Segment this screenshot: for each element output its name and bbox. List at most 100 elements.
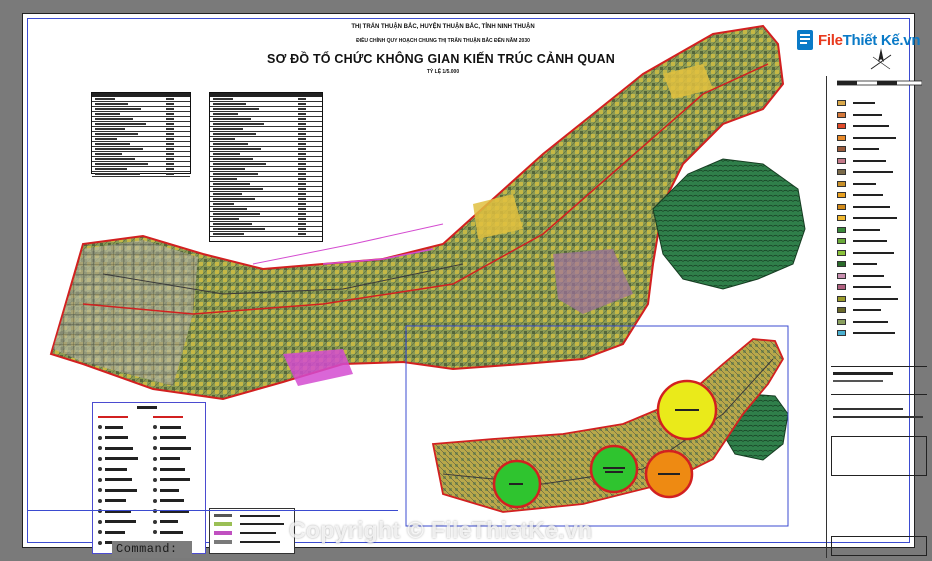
legend-label-line (853, 125, 889, 127)
legend-swatch-row (837, 192, 917, 198)
command-prompt: Command: (116, 542, 178, 556)
legend-label-line (853, 286, 891, 288)
circle-label (509, 483, 523, 485)
legend-symbol (153, 456, 157, 461)
legend-label-line (853, 320, 888, 323)
legend-symbol-label (105, 425, 123, 429)
circle-label (658, 473, 680, 475)
legend-swatch-row (837, 226, 917, 233)
legend-label-line (853, 217, 897, 219)
legend-symbol (153, 467, 157, 471)
legend-symbol (153, 425, 157, 429)
legend-color-swatch (837, 180, 846, 187)
legend-panel (826, 76, 932, 558)
legend-label-line (853, 263, 877, 265)
legend-symbol-label (160, 499, 184, 502)
legend-color-swatch (837, 249, 846, 256)
legend-symbol (98, 435, 102, 440)
legend-swatch-row (837, 261, 917, 267)
legend-symbol (98, 467, 102, 471)
legend-symbol-label (105, 467, 127, 471)
legend-swatch-row (837, 203, 917, 210)
legend-color-swatch (837, 146, 846, 152)
legend-symbol-label (160, 478, 190, 481)
legend-color-swatch (837, 134, 846, 141)
legend-symbol (153, 435, 157, 440)
legend-label-line (853, 182, 876, 185)
legend-swatch-row (837, 100, 917, 106)
legend-symbol-label (105, 446, 133, 450)
legend-symbol (98, 425, 102, 429)
legend-symbol (153, 498, 157, 503)
legend-color-swatch (837, 295, 846, 302)
legend-swatch-row (837, 284, 917, 290)
legend-label-line (853, 251, 894, 254)
legend-color-swatch (837, 261, 846, 267)
legend-color-swatch (837, 192, 846, 198)
legend-symbol (153, 446, 157, 450)
legend-label-line (853, 194, 883, 196)
legend-color-swatch (837, 226, 846, 233)
legend-color-swatch (837, 272, 846, 279)
north-arrow-icon (870, 48, 892, 70)
legend-symbol-label (160, 425, 181, 429)
legend-symbol (153, 488, 157, 492)
legend-color-swatch (837, 215, 846, 221)
magenta-zone (283, 349, 353, 386)
legend-color-swatch (837, 123, 846, 129)
legend-symbol-label (160, 457, 180, 460)
legend-label-line (853, 113, 882, 116)
circle-label (603, 467, 625, 469)
legend-color-swatch (837, 330, 846, 336)
legend-swatch-row (837, 307, 917, 313)
legend-label-line (853, 148, 879, 150)
drawing-sheet: THỊ TRẤN THUẬN BẮC, HUYỆN THUẬN BẮC, TỈN… (22, 13, 927, 558)
legend-symbol (98, 456, 102, 461)
circle-label (605, 471, 623, 473)
legend-symbol (153, 477, 157, 482)
legend-swatch-row (837, 146, 917, 152)
legend-label-line (853, 240, 887, 242)
legend-symbol (98, 488, 102, 492)
legend-symbol-label (105, 436, 128, 439)
legend-swatch-row (837, 295, 917, 302)
legend-symbol-label (105, 457, 138, 460)
legend-color-swatch (837, 203, 846, 210)
legend-label-line (853, 297, 898, 300)
legend-symbol-label (160, 488, 179, 492)
logo-prefix: File (818, 32, 843, 49)
legend-swatch-row (837, 330, 917, 336)
legend-swatch-row (837, 111, 917, 118)
logo-mark-icon (797, 30, 813, 50)
legend-symbol-label (105, 499, 126, 502)
copyright-watermark: Copyright © FileThietKe.vn (289, 517, 593, 543)
legend-color-swatch (837, 157, 846, 164)
legend-symbol (98, 498, 102, 503)
circle-label (675, 409, 699, 411)
legend-color-swatch (837, 284, 846, 290)
legend-label-line (853, 332, 895, 334)
legend-color-swatch (837, 169, 846, 175)
legend-swatch-row (837, 123, 917, 129)
logo-suffix: .vn (899, 32, 921, 49)
legend-label-line (853, 102, 875, 104)
legend-swatch-row (837, 318, 917, 325)
legend-label-line (853, 274, 884, 277)
legend-swatch-row (837, 157, 917, 164)
legend-color-swatch (837, 238, 846, 244)
legend-color-swatch (837, 111, 846, 118)
legend-symbol-label (105, 488, 137, 492)
legend-symbol-label (160, 436, 186, 439)
legend-swatch-row (837, 215, 917, 221)
legend-swatch-row (837, 249, 917, 256)
legend-swatch-row (837, 272, 917, 279)
cad-viewport[interactable]: THỊ TRẤN THUẬN BẮC, HUYỆN THUẬN BẮC, TỈN… (0, 0, 932, 561)
legend-symbol (98, 446, 102, 450)
legend-label-line (853, 228, 880, 231)
legend-symbol-label (105, 478, 132, 481)
scale-bar (837, 80, 922, 86)
legend-label-line (853, 171, 893, 173)
legend-label-line (853, 309, 881, 311)
legend-swatch-row (837, 180, 917, 187)
command-line[interactable]: Command: (112, 541, 192, 558)
